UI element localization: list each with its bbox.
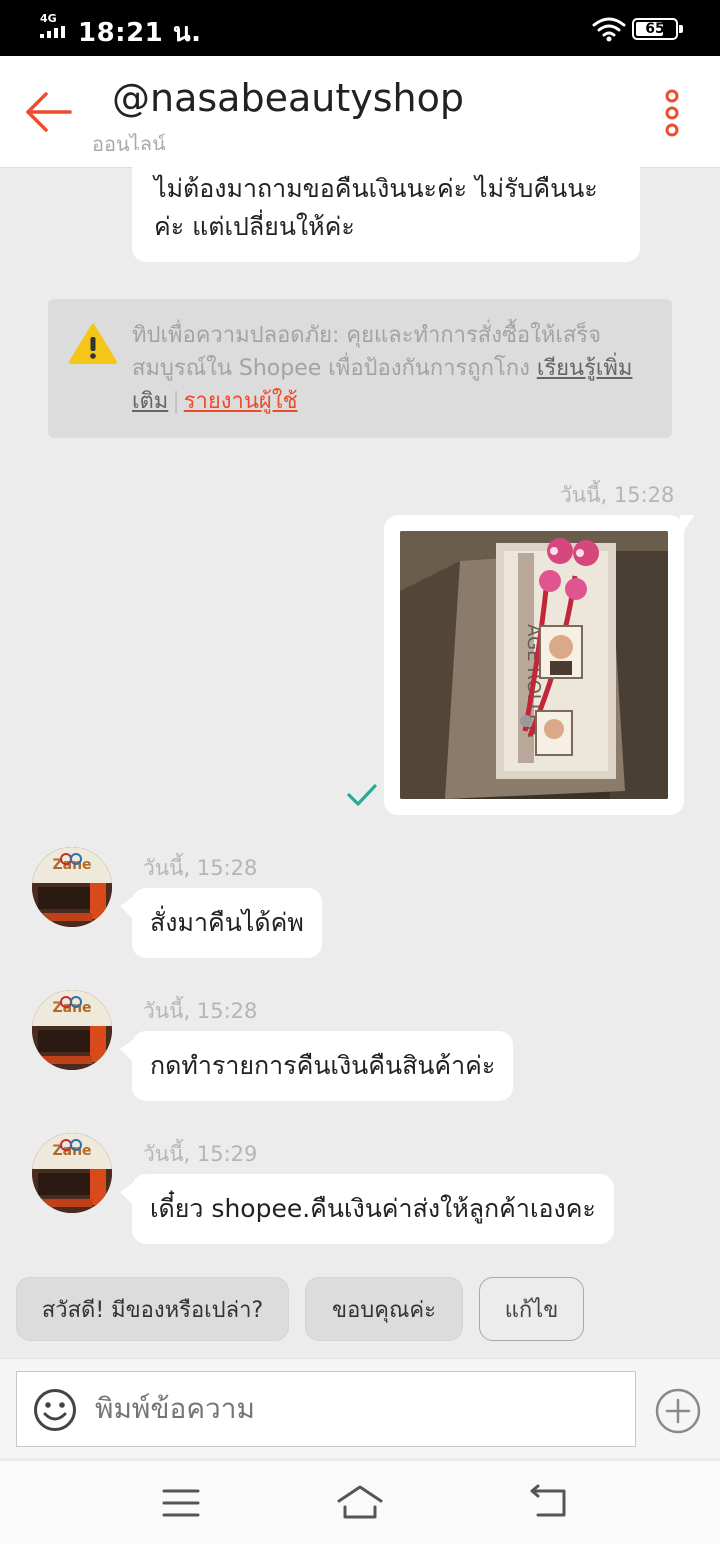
- signal-icon: [40, 26, 70, 38]
- message-text: เดี๋ยว shopee.คืนเงินค่าส่งให้ลูกค้าเองค…: [150, 1194, 596, 1223]
- battery-icon: 65: [632, 18, 683, 40]
- message-input[interactable]: [95, 1392, 615, 1425]
- safety-tip-text: ทิปเพื่อความปลอดภัย: คุยและทำการสั่งซื้อ…: [132, 319, 656, 418]
- tip-body: ทิปเพื่อความปลอดภัย: คุยและทำการสั่งซื้อ…: [132, 323, 602, 381]
- message-bubble: เดี๋ยว shopee.คืนเงินค่าส่งให้ลูกค้าเองค…: [132, 1174, 614, 1244]
- image-message[interactable]: AGE ROLLER: [384, 515, 694, 815]
- tip-separator: |: [172, 389, 180, 414]
- message-time: วันนี้, 15:28: [143, 999, 258, 1023]
- more-options-icon[interactable]: [658, 88, 686, 138]
- safety-tip: ทิปเพื่อความปลอดภัย: คุยและทำการสั่งซื้อ…: [48, 299, 672, 438]
- warning-icon: [69, 324, 117, 364]
- status-time: 18:21 น.: [78, 18, 202, 48]
- battery-level: 65: [645, 21, 665, 37]
- shop-logo-image: Zane: [32, 1133, 112, 1213]
- message-time: วันนี้, 15:28: [143, 856, 258, 880]
- quick-reply-thanks[interactable]: ขอบคุณค่ะ: [305, 1277, 463, 1341]
- menu-icon[interactable]: [156, 1483, 206, 1523]
- status-bar: 4G 18:21 น. 65: [0, 0, 720, 56]
- message-input-bar: [0, 1358, 720, 1458]
- message-text: สั่งมาคืนได้ค่พ: [150, 908, 304, 937]
- message-bubble-partial: ไม่ต้องมาถามขอคืนเงินนะค่ะ ไม่รับคืนนะค่…: [132, 150, 640, 262]
- message-time: วันนี้, 15:28: [560, 483, 675, 507]
- avatar[interactable]: Zane: [32, 1133, 112, 1213]
- back-icon[interactable]: [524, 1483, 574, 1523]
- network-type: 4G: [40, 12, 57, 25]
- emoji-icon[interactable]: [33, 1388, 77, 1432]
- system-nav-bar: [0, 1460, 720, 1544]
- message-bubble: สั่งมาคืนได้ค่พ: [132, 888, 322, 958]
- quick-reply-edit-button[interactable]: แก้ไข: [479, 1277, 584, 1341]
- report-user-link[interactable]: รายงานผู้ใช้: [184, 389, 298, 414]
- message-time: วันนี้, 15:29: [143, 1142, 258, 1166]
- message-text: กดทำรายการคืนเงินคืนสินค้าค่ะ: [150, 1051, 496, 1080]
- wifi-icon: [592, 17, 626, 42]
- message-text: ไม่ต้องมาถามขอคืนเงินนะค่ะ ไม่รับคืนนะค่…: [154, 174, 598, 241]
- product-photo[interactable]: AGE ROLLER: [400, 531, 668, 799]
- quick-reply-greeting[interactable]: สวัสดี! มีของหรือเปล่า?: [16, 1277, 289, 1341]
- shop-name[interactable]: @nasabeautyshop: [112, 76, 464, 120]
- message-input-box[interactable]: [16, 1371, 636, 1447]
- shop-logo-image: Zane: [32, 990, 112, 1070]
- back-arrow-icon[interactable]: [22, 88, 74, 136]
- read-check-icon: [347, 784, 377, 806]
- home-icon[interactable]: [335, 1483, 385, 1523]
- avatar[interactable]: Zane: [32, 847, 112, 927]
- shop-logo-image: Zane: [32, 847, 112, 927]
- message-bubble: กดทำรายการคืนเงินคืนสินค้าค่ะ: [132, 1031, 514, 1101]
- avatar[interactable]: Zane: [32, 990, 112, 1070]
- add-attachment-icon[interactable]: [654, 1387, 702, 1435]
